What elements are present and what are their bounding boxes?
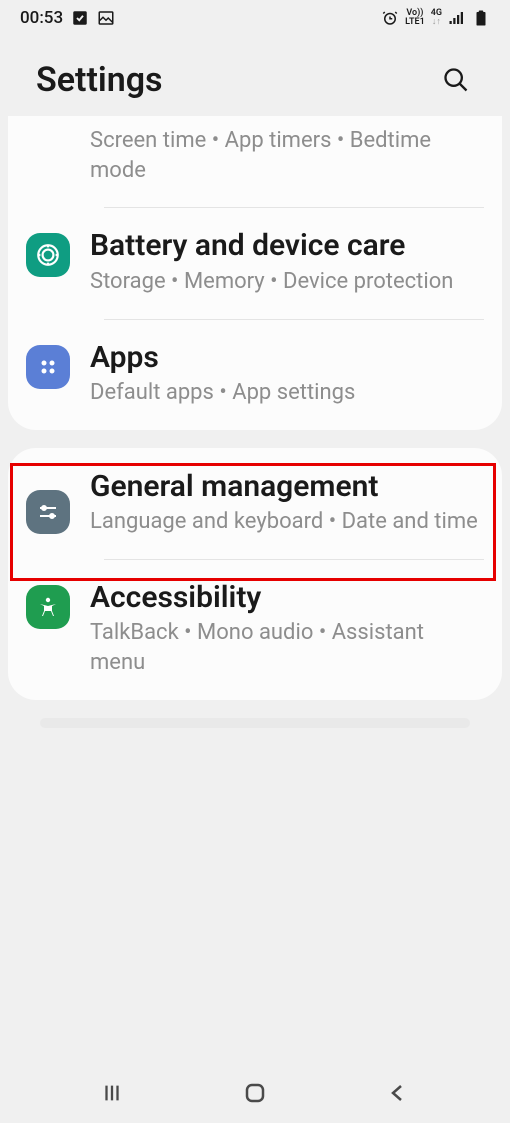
device-care-icon: [26, 233, 70, 277]
accessibility-icon: [26, 585, 70, 629]
accessibility-row[interactable]: Accessibility TalkBack • Mono audio • As…: [8, 559, 502, 700]
settings-header: Settings: [0, 36, 510, 116]
home-icon: [243, 1081, 267, 1105]
row-title: Apps: [90, 339, 484, 377]
recents-icon: [99, 1082, 125, 1104]
back-button[interactable]: [368, 1073, 428, 1113]
icon-spacer: [26, 130, 70, 174]
network-4g-icon: 4G ↓↑: [431, 9, 442, 27]
status-bar: 00:53 Vo)) LTE1 4G ↓↑: [0, 0, 510, 36]
apps-icon: [26, 345, 70, 389]
row-title: General management: [90, 468, 484, 506]
status-time: 00:53: [20, 8, 63, 28]
search-icon: [442, 66, 470, 94]
home-button[interactable]: [225, 1073, 285, 1113]
page-title: Settings: [36, 60, 163, 100]
search-button[interactable]: [438, 62, 474, 98]
general-management-icon: [26, 490, 70, 534]
row-subtitle: Default apps • App settings: [90, 378, 484, 408]
battery-device-care-row[interactable]: Battery and device care Storage • Memory…: [8, 207, 502, 318]
digital-wellbeing-row[interactable]: Screen time • App timers • Bedtime mode: [8, 116, 502, 207]
network-volte-icon: Vo)) LTE1: [405, 9, 425, 27]
back-icon: [386, 1081, 410, 1105]
row-title: Battery and device care: [90, 227, 484, 265]
checkbox-icon: [71, 9, 89, 27]
apps-row[interactable]: Apps Default apps • App settings: [8, 319, 502, 430]
settings-card-2: General management Language and keyboard…: [8, 448, 502, 700]
battery-icon: [472, 9, 490, 27]
row-title: Accessibility: [90, 579, 484, 617]
row-subtitle: Storage • Memory • Device protection: [90, 267, 484, 297]
android-navbar: [0, 1063, 510, 1123]
alarm-icon: [381, 9, 399, 27]
recents-button[interactable]: [82, 1073, 142, 1113]
picture-icon: [97, 9, 115, 27]
row-subtitle: Screen time • App timers • Bedtime mode: [90, 126, 484, 185]
row-subtitle: Language and keyboard • Date and time: [90, 507, 484, 537]
general-management-row[interactable]: General management Language and keyboard…: [8, 448, 502, 559]
row-subtitle: TalkBack • Mono audio • Assistant menu: [90, 618, 484, 677]
signal-icon: [448, 9, 466, 27]
scroll-indicator: [40, 718, 470, 728]
settings-card-1: Screen time • App timers • Bedtime mode …: [8, 116, 502, 430]
